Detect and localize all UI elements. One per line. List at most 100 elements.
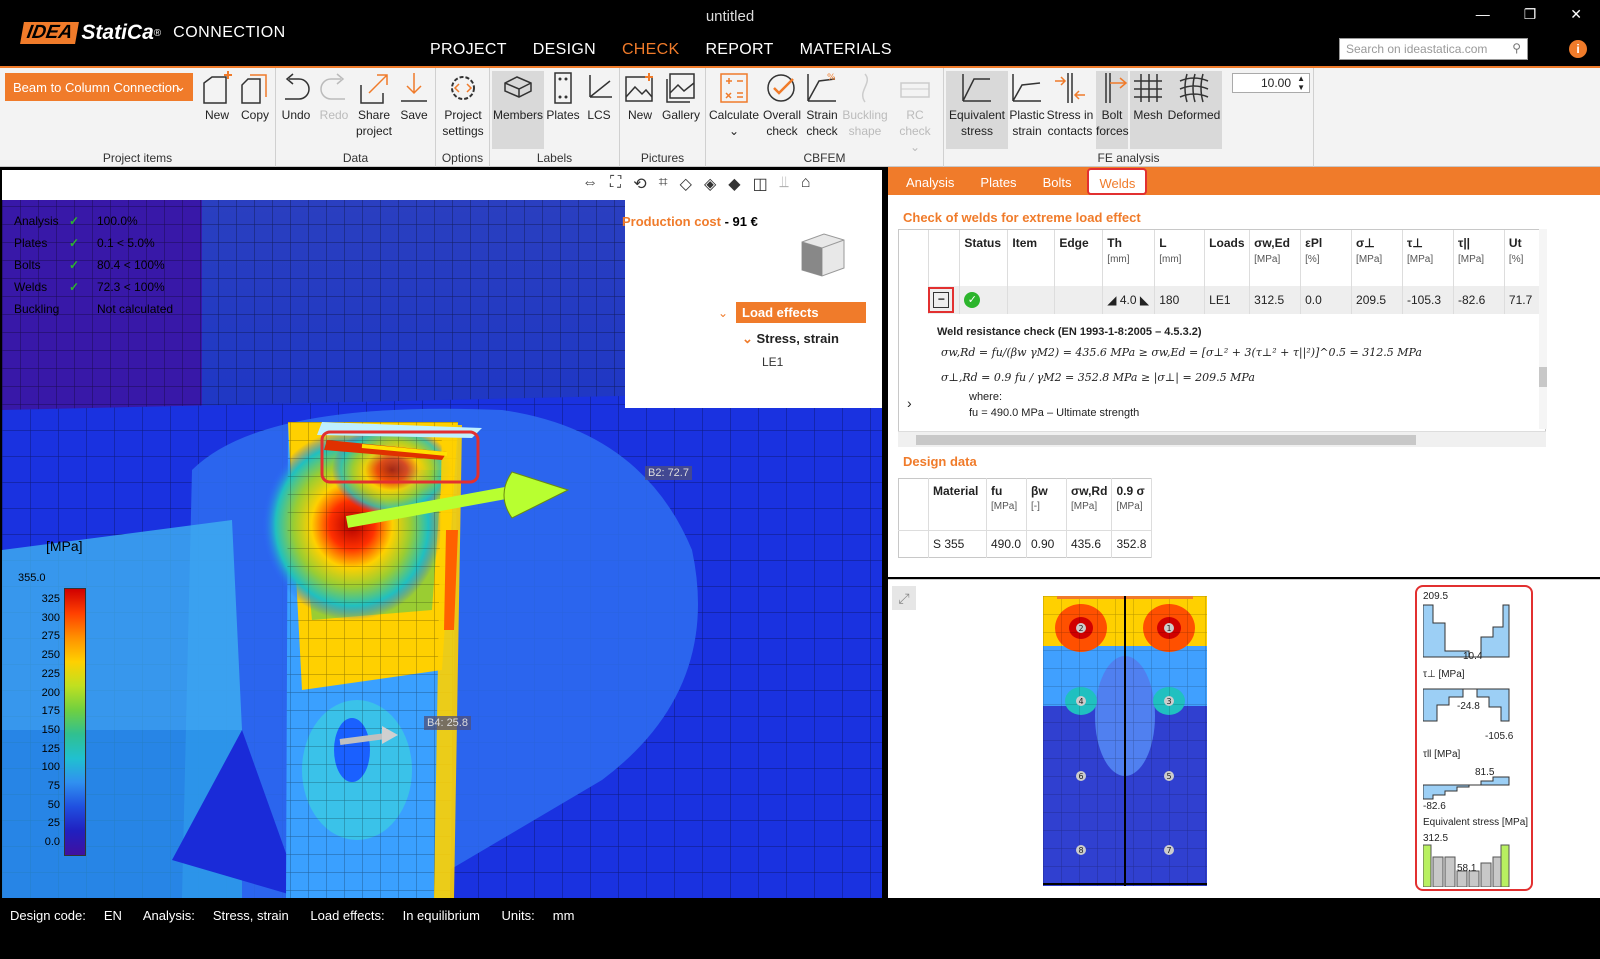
table-row[interactable]: − ✓ ◢ 4.0 ◣ 180 LE1 312.5 0.0 209.5 -105… (899, 286, 1545, 314)
col-sigma-perp[interactable]: σ⊥ [MPa] (1351, 230, 1403, 286)
bolt-label-b2[interactable]: B2: 72.7 (645, 466, 692, 480)
status-label: Load effects: (310, 908, 385, 923)
fit-width-icon[interactable]: ⇔ (582, 174, 598, 194)
copy-button[interactable]: Copy (238, 71, 272, 123)
spinner-arrows-icon[interactable]: ▲ ▼ (1297, 74, 1305, 92)
section-icon[interactable]: ◫ (753, 174, 768, 194)
end-plate-stress-view[interactable]: 1 2 3 4 5 6 7 8 (1043, 596, 1207, 886)
plates-toggle[interactable]: Plates (546, 71, 580, 123)
tab-welds[interactable]: Welds (1087, 168, 1148, 195)
lcs-toggle[interactable]: LCS (582, 71, 616, 123)
save-button[interactable]: Save (396, 71, 432, 123)
wireframe-cube-icon[interactable]: ◇ (680, 174, 692, 194)
minimize-button[interactable]: — (1476, 6, 1490, 23)
mirror-icon[interactable]: ⫫ (780, 174, 789, 194)
transparent-cube-icon[interactable]: ◈ (704, 174, 716, 194)
strain-check-button[interactable]: % Strain check (802, 71, 842, 139)
col-status[interactable]: Status (959, 230, 1009, 286)
col-tau-perp[interactable]: τ⊥ [MPa] (1402, 230, 1454, 286)
col-loads[interactable]: Loads (1204, 230, 1251, 286)
col-edge[interactable]: Edge (1054, 230, 1104, 286)
rotate-icon[interactable]: ⟲ (633, 174, 646, 194)
summary-plates: Plates ✓ 0.1 < 5.0% (14, 236, 155, 250)
undo-icon (285, 73, 310, 100)
design-header: Material fu [MPa] βw [-] σw,Rd [MPa] 0.9 σ [… (898, 478, 1153, 531)
bolt-forces-icon (1105, 73, 1128, 103)
members-toggle[interactable]: Members (492, 71, 544, 149)
maximize-button[interactable]: ❐ (1524, 6, 1537, 23)
project-item-dropdown[interactable]: Beam to Column Connection ⌄ (5, 73, 193, 101)
chevron-down-icon[interactable]: ⌄ (718, 306, 728, 320)
tree-stress-strain[interactable]: ⌄ Stress, strain (742, 331, 864, 347)
redo-button[interactable]: Redo (316, 71, 352, 123)
chevron-right-icon[interactable]: › (907, 395, 912, 411)
search-icon[interactable]: ⚲ (1512, 41, 1521, 55)
th-cell: ◢ 4.0 ◣ (1102, 286, 1156, 314)
col-l[interactable]: L [mm] (1154, 230, 1206, 286)
tree-le1[interactable]: LE1 (762, 355, 864, 369)
search-input[interactable]: Search on ideastatica.com ⚲ (1339, 38, 1528, 60)
legend-tick: 50 (47, 798, 60, 811)
gallery-button[interactable]: Gallery (660, 71, 702, 123)
vertical-scrollbar[interactable] (1539, 229, 1547, 429)
sigma-perp-min: 10.4 (1463, 651, 1483, 662)
tau-par-b: -82.6 (1423, 801, 1446, 812)
equivalent-stress-min: 58.1 (1457, 863, 1477, 874)
buckling-shape-button[interactable]: Buckling shape (842, 71, 888, 139)
col-sigma-wed[interactable]: σw,Ed [MPa] (1249, 230, 1302, 286)
project-settings-button[interactable]: Project settings (440, 71, 486, 139)
tab-analysis[interactable]: Analysis (896, 167, 964, 195)
3d-viewport[interactable]: ⇔ ⛶ ⟲ ⌗ ◇ ◈ ◆ ◫ ⫫ ⌂ Analysis ✓ 100.0% Plat… (2, 170, 882, 898)
calculate-label: Calculate (708, 108, 760, 122)
solid-cube-icon[interactable]: ◆ (728, 174, 740, 194)
collapse-icon[interactable]: − (928, 287, 955, 313)
bolt-number: 5 (1166, 772, 1171, 781)
save-label: Save (400, 108, 428, 122)
close-button[interactable]: ✕ (1570, 6, 1582, 23)
undo-button[interactable]: Undo (278, 71, 314, 123)
new-item-button[interactable]: New (200, 71, 234, 123)
plastic-strain-icon (1012, 74, 1041, 102)
deformed-toggle[interactable]: Deformed (1166, 71, 1222, 149)
plastic-strain-toggle[interactable]: Plastic strain (1008, 71, 1046, 139)
col-item[interactable]: Item (1007, 230, 1056, 286)
header-unit: [mm] (1159, 254, 1182, 265)
header-label: L (1159, 236, 1167, 250)
home-icon[interactable]: ⌂ (801, 174, 811, 194)
col-tau-par[interactable]: τ|| [MPa] (1453, 230, 1505, 286)
rc-check-button[interactable]: RC check ⌄ (890, 71, 940, 155)
summary-value: 100.0% (97, 214, 138, 228)
header-unit: [MPa] (1116, 501, 1143, 512)
col-eps-pl[interactable]: εPl [%] (1300, 230, 1353, 286)
mesh-toggle[interactable]: Mesh (1130, 71, 1166, 149)
deformation-scale-input[interactable]: 10.00 ▲ ▼ (1232, 73, 1310, 93)
header-label: σw,Ed (1254, 236, 1290, 250)
overall-check-button[interactable]: Overall check (762, 71, 802, 139)
strain-label-1: Strain (806, 108, 838, 122)
legend-tick: 150 (41, 723, 60, 736)
col-th[interactable]: Th [mm] (1102, 230, 1156, 286)
bolt-forces-toggle[interactable]: Bolt forces (1096, 71, 1129, 149)
legend-max: 355.0 (18, 572, 46, 584)
tab-plates[interactable]: Plates (970, 167, 1026, 195)
equivalent-stress-toggle[interactable]: Equivalent stress (946, 71, 1008, 149)
summary-key: Welds (14, 280, 48, 294)
status-analysis: Analysis: Stress, strain (143, 908, 289, 923)
tree-load-effects[interactable]: Load effects (736, 302, 866, 323)
stress-in-contacts-toggle[interactable]: Stress in contacts (1046, 71, 1094, 139)
new-item-label: New (204, 108, 229, 122)
status-value: In equilibrium (402, 908, 480, 923)
tab-bolts[interactable]: Bolts (1033, 167, 1082, 195)
bolt-label-b4[interactable]: B4: 25.8 (424, 716, 471, 730)
share-label-1: Share (357, 108, 391, 122)
plastic-label-1: Plastic (1009, 108, 1045, 122)
info-icon[interactable]: i (1569, 40, 1587, 58)
navigation-cube-icon[interactable] (794, 228, 850, 282)
horizontal-scrollbar[interactable] (898, 431, 1546, 447)
crop-icon[interactable]: ⌗ (659, 174, 668, 194)
zoom-extents-icon[interactable]: ⛶ (610, 174, 621, 194)
new-picture-button[interactable]: New (622, 71, 658, 123)
calculate-button[interactable]: Calculate ⌄ (708, 71, 760, 139)
expand-icon[interactable]: ⤢ (892, 586, 916, 610)
share-project-button[interactable]: Share project (354, 71, 394, 139)
